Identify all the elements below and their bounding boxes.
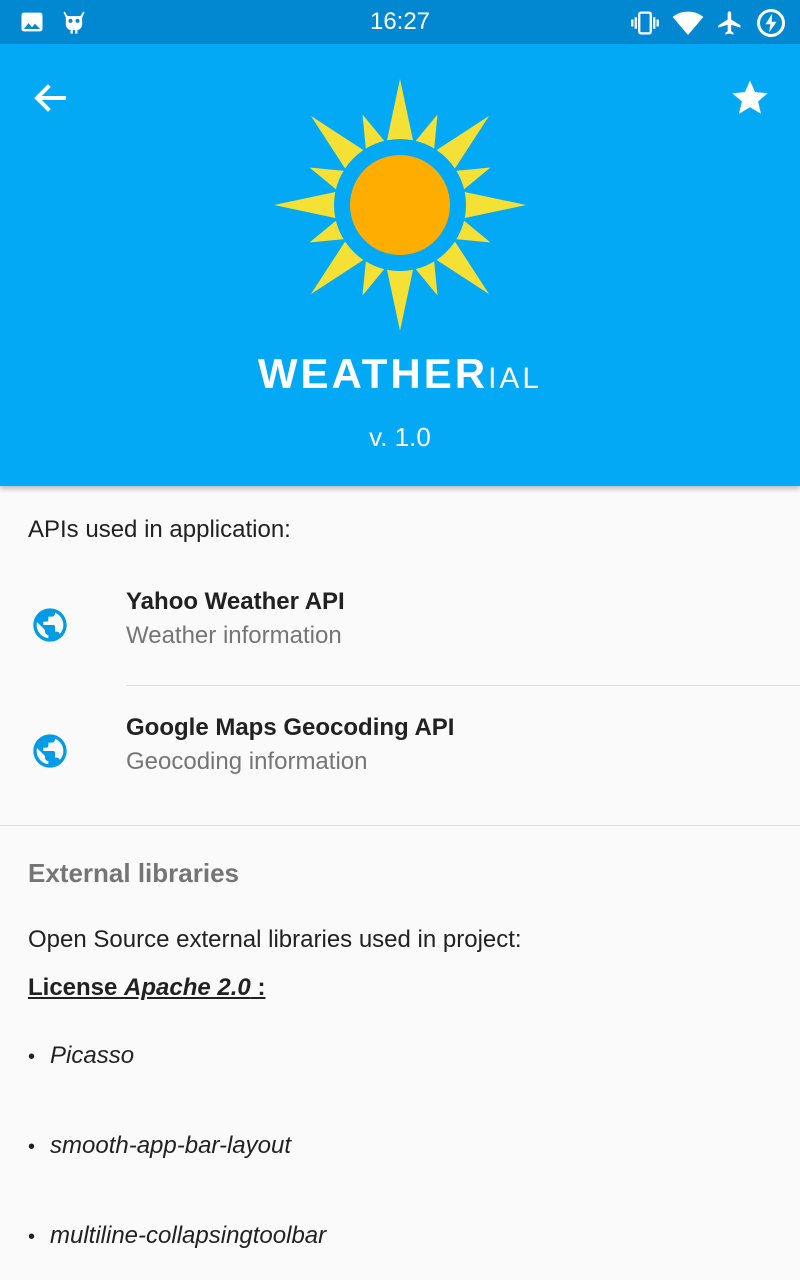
wifi-icon <box>672 9 704 37</box>
app-logo <box>268 74 532 336</box>
sun-icon <box>268 79 532 340</box>
status-bar-right-icons <box>630 8 786 38</box>
external-libraries-title: External libraries <box>28 858 239 888</box>
section-divider <box>0 825 800 826</box>
sun-ray <box>386 79 414 145</box>
star-icon <box>726 80 774 126</box>
api-title: Yahoo Weather API <box>126 588 345 615</box>
app-brand-name: WEATHERIAL <box>0 350 800 398</box>
airplane-mode-icon <box>716 9 744 37</box>
list-item-yahoo-weather-api[interactable]: Yahoo Weather API Weather information <box>0 562 800 688</box>
sun-core <box>350 155 450 255</box>
list-item-google-geocoding-api[interactable]: Google Maps Geocoding API Geocoding info… <box>0 688 800 814</box>
favorite-button[interactable] <box>726 74 774 122</box>
external-libraries-description: Open Source external libraries used in p… <box>28 926 522 953</box>
battery-charging-icon <box>756 8 786 38</box>
sun-ray <box>274 191 340 219</box>
back-button[interactable] <box>26 74 74 122</box>
globe-icon <box>30 605 70 645</box>
sun-ray <box>460 191 526 219</box>
library-name: Picasso <box>50 1042 135 1069</box>
api-subtitle: Weather information <box>126 622 342 649</box>
library-name: multiline-collapsingtoolbar <box>50 1222 327 1249</box>
list-divider <box>126 685 800 686</box>
library-item: • smooth-app-bar-layout <box>28 1132 291 1160</box>
apis-intro: APIs used in application: <box>28 516 291 543</box>
bullet: • <box>28 1226 36 1248</box>
bullet: • <box>28 1046 36 1068</box>
library-item: • Picasso <box>28 1042 134 1070</box>
brand-main: WEATHER <box>257 350 489 397</box>
library-name: smooth-app-bar-layout <box>50 1132 292 1159</box>
sun-ray <box>386 265 414 331</box>
app-version: v. 1.0 <box>369 422 431 452</box>
api-subtitle: Geocoding information <box>126 748 368 775</box>
api-title: Google Maps Geocoding API <box>126 714 455 741</box>
bullet: • <box>28 1136 36 1158</box>
app-bar: WEATHERIAL v. 1.0 <box>0 44 800 486</box>
vibrate-icon <box>630 9 660 37</box>
license-name: Apache 2.0 <box>124 974 251 1001</box>
brand-suffix: IAL <box>488 362 543 395</box>
arrow-back-icon <box>26 84 74 126</box>
globe-icon <box>30 731 70 771</box>
license-heading: License Apache 2.0 : <box>28 974 265 1002</box>
library-item: • multiline-collapsingtoolbar <box>28 1222 326 1250</box>
license-suffix: : <box>250 974 266 1001</box>
license-prefix: License <box>28 974 125 1001</box>
status-bar: 16:27 <box>0 0 800 44</box>
